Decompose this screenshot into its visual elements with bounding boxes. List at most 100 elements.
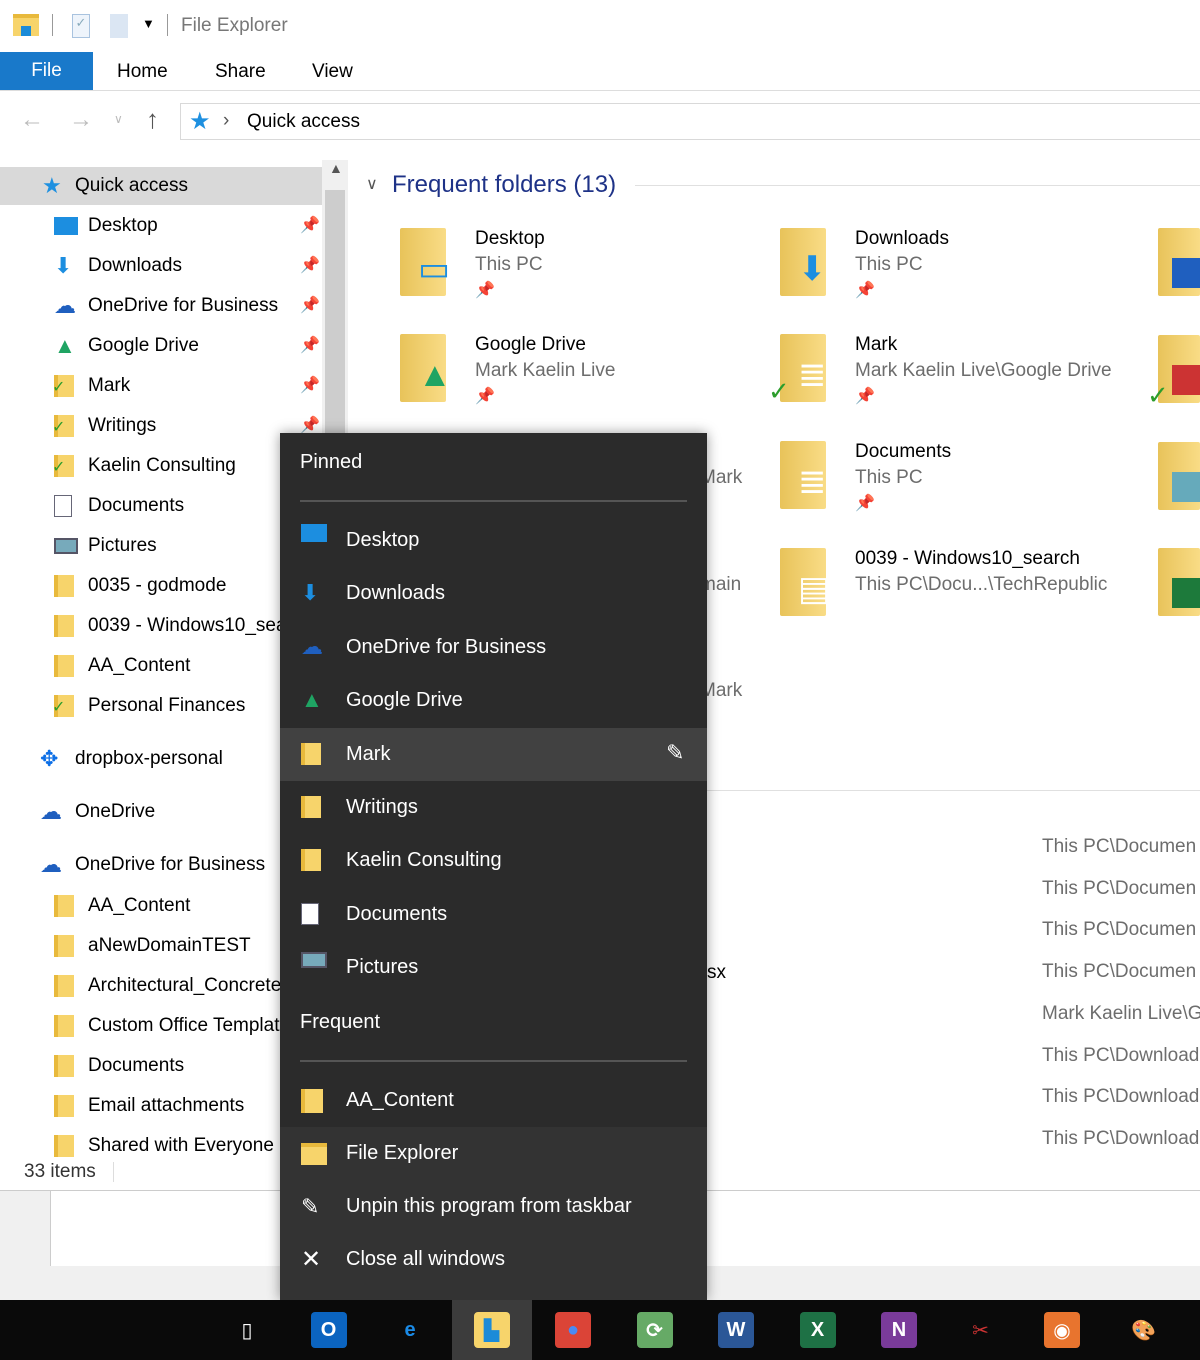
customize-quick-access-icon[interactable]: ▼: [142, 16, 155, 31]
nav-label: Downloads: [88, 255, 182, 276]
tab-file[interactable]: File: [0, 52, 93, 90]
nav-item-writings[interactable]: ✓ Writings 📌: [0, 407, 322, 445]
breadcrumb-quick-access[interactable]: Quick access: [247, 111, 360, 133]
nav-item-personal-finances[interactable]: ✓ Personal Finances: [0, 687, 322, 725]
nav-item-0035-godmode[interactable]: 0035 - godmode: [0, 567, 322, 605]
onedrive-icon: ☁: [301, 633, 323, 659]
folder-tile[interactable]: ▤ 0039 - Windows10_search This PC\Docu..…: [780, 548, 1140, 644]
jumplist-item-writings[interactable]: Writings: [280, 781, 707, 834]
nav-item-kaelin-consulting[interactable]: ✓ Kaelin Consulting: [0, 447, 322, 485]
folder-tile[interactable]: ⬇ Downloads This PC 📌: [780, 228, 1140, 324]
folder-icon: ⬇: [780, 228, 827, 296]
recent-file-location[interactable]: This PC\Documen: [1042, 836, 1196, 858]
jumplist-item-aa-content[interactable]: AA_Content: [280, 1074, 707, 1127]
folder-icon[interactable]: [1158, 442, 1200, 510]
nav-item-google-drive[interactable]: ▲ Google Drive 📌: [0, 327, 322, 365]
folder-icon[interactable]: [1158, 548, 1200, 616]
nav-item-pictures[interactable]: Pictures: [0, 527, 322, 565]
nav-item-documents[interactable]: Documents: [0, 487, 322, 525]
jumplist-item-documents[interactable]: Documents: [280, 888, 707, 941]
jumplist-item-onedrive-for-business[interactable]: ☁ OneDrive for Business: [280, 621, 707, 674]
nav-item-downloads[interactable]: ⬇ Downloads 📌: [0, 247, 322, 285]
taskbar-excel-button[interactable]: X: [778, 1300, 858, 1360]
folder-tile[interactable]: ≣ Documents This PC 📌: [780, 441, 1140, 537]
nav-item-business-folder[interactable]: Architectural_Concrete: [0, 967, 322, 1005]
tab-share[interactable]: Share: [215, 61, 266, 83]
pin-icon[interactable]: 📌: [300, 215, 320, 235]
nav-item-business-folder[interactable]: Documents: [0, 1047, 322, 1085]
taskbar-paint-button[interactable]: 🎨: [1104, 1300, 1184, 1360]
breadcrumb-separator: ›: [223, 110, 230, 131]
folder-tile[interactable]: ▲ Google Drive Mark Kaelin Live 📌: [400, 334, 760, 430]
nav-item-0039-windows10-search[interactable]: 0039 - Windows10_search: [0, 607, 322, 645]
pin-icon[interactable]: 📌: [300, 295, 320, 315]
pin-icon[interactable]: 📌: [300, 375, 320, 395]
recent-file-location[interactable]: Mark Kaelin Live\G: [1042, 1003, 1200, 1025]
nav-item-onedrive[interactable]: ☁ OneDrive: [0, 793, 322, 831]
forward-button[interactable]: →: [69, 106, 93, 134]
folder-tile[interactable]: ≣ ✓ Mark Mark Kaelin Live\Google Drive 📌: [768, 334, 1140, 430]
close-all-windows-action[interactable]: ✕ Close all windows: [280, 1233, 707, 1286]
nav-item-business-folder[interactable]: Shared with Everyone: [0, 1127, 322, 1160]
nav-item-desktop[interactable]: Desktop 📌: [0, 207, 322, 245]
pin-icon[interactable]: 📌: [300, 255, 320, 275]
frequent-folders-chevron[interactable]: ∨: [366, 174, 378, 194]
recent-file-location[interactable]: This PC\Download: [1042, 1128, 1199, 1150]
taskbar-onenote-button[interactable]: N: [859, 1300, 939, 1360]
unpin-icon[interactable]: ✎: [666, 740, 684, 766]
divider: [300, 1060, 687, 1062]
pin-icon[interactable]: 📌: [300, 415, 320, 435]
nav-item-mark[interactable]: ✓ Mark 📌: [0, 367, 322, 405]
folder-name: Mark: [855, 334, 898, 355]
back-button[interactable]: ←: [20, 106, 44, 134]
address-bar[interactable]: ★ › Quick access: [180, 103, 1200, 140]
up-button[interactable]: ↑: [146, 104, 159, 135]
google-drive-icon: ▲: [54, 333, 76, 358]
taskbar-chrome-button[interactable]: ●: [533, 1300, 613, 1360]
recent-file-location[interactable]: This PC\Download: [1042, 1045, 1199, 1067]
open-file-explorer-action[interactable]: File Explorer: [280, 1127, 707, 1180]
nav-item-business-folder[interactable]: Email attachments: [0, 1087, 322, 1125]
new-folder-icon[interactable]: [110, 14, 128, 38]
taskbar-snipping-tool-button[interactable]: ✂: [941, 1300, 1021, 1360]
pin-icon[interactable]: 📌: [300, 335, 320, 355]
jumplist-item-desktop[interactable]: Desktop: [280, 514, 707, 567]
jumplist-item-pictures[interactable]: Pictures: [280, 941, 707, 994]
recent-file-location[interactable]: This PC\Documen: [1042, 961, 1196, 983]
pin-icon: 📌: [855, 495, 875, 512]
taskbar-faststone-button[interactable]: ◉: [1022, 1300, 1102, 1360]
taskbar-word-button[interactable]: W: [696, 1300, 776, 1360]
nav-item-dropbox[interactable]: ✥ dropbox-personal: [0, 740, 322, 778]
taskbar-app-green-button[interactable]: ⟳: [615, 1300, 695, 1360]
nav-item-business-folder[interactable]: Custom Office Templates: [0, 1007, 322, 1045]
properties-icon[interactable]: ✓: [72, 14, 90, 38]
jumplist-item-mark[interactable]: Mark ✎: [280, 727, 707, 781]
folder-tile[interactable]: ▭ Desktop This PC 📌: [400, 228, 760, 324]
folder-icon[interactable]: [1158, 228, 1200, 296]
unpin-from-taskbar-action[interactable]: ✎ Unpin this program from taskbar: [280, 1180, 707, 1233]
nav-item-onedrive-for-business[interactable]: ☁ OneDrive for Business 📌: [0, 287, 322, 325]
nav-item-business-folder[interactable]: aNewDomainTEST: [0, 927, 322, 965]
folder-name: Desktop: [475, 228, 545, 249]
recent-file-location[interactable]: This PC\Documen: [1042, 919, 1196, 941]
taskbar-outlook-button[interactable]: O: [289, 1300, 369, 1360]
scroll-up-button[interactable]: ▲: [329, 160, 343, 176]
outlook-icon: O: [310, 1312, 347, 1348]
onedrive-icon: ☁: [40, 799, 62, 824]
recent-file-location[interactable]: This PC\Download: [1042, 1086, 1199, 1108]
nav-item-onedrive_business[interactable]: ☁ OneDrive for Business: [0, 846, 322, 884]
nav-item-business-folder[interactable]: AA_Content: [0, 887, 322, 925]
tab-view[interactable]: View: [312, 61, 353, 83]
taskbar-edge-button[interactable]: e: [370, 1300, 450, 1360]
jumplist-item-kaelin-consulting[interactable]: Kaelin Consulting: [280, 834, 707, 887]
recent-file-location[interactable]: This PC\Documen: [1042, 878, 1196, 900]
section-title[interactable]: Frequent folders (13): [392, 171, 616, 199]
taskbar-task-view-button[interactable]: ▯: [207, 1300, 287, 1360]
taskbar-file-explorer-button[interactable]: ▙: [451, 1300, 532, 1360]
jumplist-item-google-drive[interactable]: ▲ Google Drive: [280, 674, 707, 727]
jumplist-item-downloads[interactable]: ⬇ Downloads: [280, 567, 707, 620]
nav-quick-access[interactable]: ★ Quick access: [0, 167, 322, 205]
recent-locations-button[interactable]: ∨: [114, 112, 123, 126]
nav-item-aa-content[interactable]: AA_Content: [0, 647, 322, 685]
tab-home[interactable]: Home: [117, 61, 168, 83]
